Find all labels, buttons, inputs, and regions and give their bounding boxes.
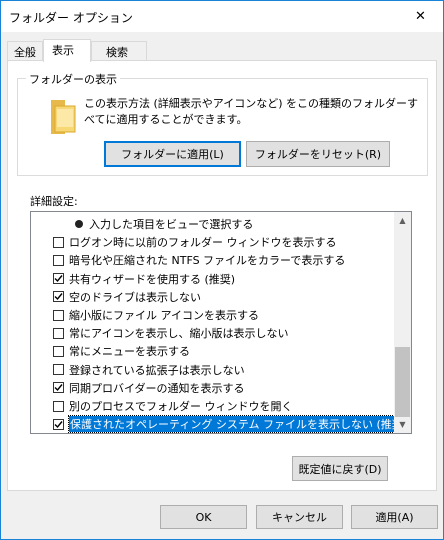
setting-row[interactable]: 暗号化や圧縮された NTFS ファイルをカラーで表示する [53, 251, 345, 269]
setting-label: 別のプロセスでフォルダー ウィンドウを開く [69, 400, 293, 413]
checkbox[interactable] [53, 418, 64, 430]
close-button[interactable]: ✕ [398, 1, 443, 32]
setting-label: 保護されたオペレーティング システム ファイルを表示しない (推奨) [67, 415, 410, 433]
checkbox[interactable] [53, 273, 64, 285]
close-icon: ✕ [415, 9, 426, 24]
setting-row[interactable]: 常にメニューを表示する [53, 342, 190, 360]
folder-icon [50, 100, 78, 134]
check-icon [54, 293, 63, 301]
checkbox[interactable] [53, 364, 64, 376]
radio-dot-icon [74, 220, 83, 228]
checkbox[interactable] [53, 236, 64, 248]
ok-button[interactable]: OK [160, 505, 247, 529]
apply-button[interactable]: 適用(A) [351, 505, 438, 529]
folder-views-description: この表示方法 (詳細表示やアイコンなど) をこの種類のフォルダーすべてに適用する… [84, 97, 419, 126]
setting-label: ログオン時に以前のフォルダー ウィンドウを表示する [69, 236, 337, 250]
setting-label: 空のドライブは表示しない [69, 290, 201, 304]
setting-row[interactable]: 縮小版にファイル アイコンを表示する [53, 306, 259, 324]
checkbox[interactable] [53, 400, 64, 412]
setting-label: 入力した項目をビューで選択する [89, 218, 254, 231]
setting-label: 共有ウィザードを使用する (推奨) [69, 272, 236, 286]
setting-row[interactable]: ログオン時に以前のフォルダー ウィンドウを表示する [53, 233, 337, 251]
tab-search[interactable]: 検索 [91, 41, 147, 60]
advanced-settings-list[interactable]: 入力した項目をビューで選択するログオン時に以前のフォルダー ウィンドウを表示する… [30, 211, 412, 434]
button-label: キャンセル [272, 511, 327, 524]
setting-row[interactable]: 常にアイコンを表示し、縮小版は表示しない [53, 324, 288, 342]
tab-view[interactable]: 表示 [43, 39, 91, 62]
checkbox[interactable] [53, 254, 64, 266]
button-label: 適用(A) [375, 511, 414, 524]
button-label: 既定値に戻す(D) [298, 462, 382, 476]
setting-row[interactable]: 保護されたオペレーティング システム ファイルを表示しない (推奨) [53, 415, 410, 433]
checkbox[interactable] [53, 382, 64, 394]
scrollbar-thumb[interactable] [395, 347, 410, 417]
setting-label: 暗号化や圧縮された NTFS ファイルをカラーで表示する [69, 254, 346, 268]
button-label: フォルダーに適用(L) [121, 148, 224, 161]
checkbox[interactable] [53, 345, 64, 357]
restore-defaults-button[interactable]: 既定値に戻す(D) [292, 456, 388, 481]
folder-views-legend: フォルダーの表示 [26, 71, 120, 87]
setting-label: 縮小版にファイル アイコンを表示する [69, 309, 259, 322]
tab-label: 全般 [14, 46, 36, 59]
scroll-down-arrow[interactable]: ▼ [394, 416, 411, 433]
apply-to-folders-button[interactable]: フォルダーに適用(L) [104, 141, 241, 167]
setting-row[interactable]: 空のドライブは表示しない [53, 288, 201, 306]
cancel-button[interactable]: キャンセル [256, 505, 343, 529]
check-icon [54, 275, 63, 283]
tab-general[interactable]: 全般 [7, 41, 43, 60]
setting-row[interactable]: 登録されている拡張子は表示しない [53, 361, 245, 379]
scrollbar[interactable]: ▲ ▼ [394, 212, 411, 433]
advanced-settings-label: 詳細設定: [30, 195, 78, 208]
scroll-up-arrow[interactable]: ▲ [394, 212, 411, 229]
checkbox[interactable] [53, 327, 64, 339]
setting-label: 登録されている拡張子は表示しない [69, 363, 245, 377]
check-icon [54, 420, 63, 428]
button-label: フォルダーをリセット(R) [254, 148, 382, 161]
setting-label: 同期プロバイダーの通知を表示する [69, 381, 245, 395]
checkbox[interactable] [53, 291, 64, 303]
setting-row[interactable]: 入力した項目をビューで選択する [73, 215, 253, 233]
setting-row[interactable]: 同期プロバイダーの通知を表示する [53, 379, 245, 397]
window-title: フォルダー オプション [9, 11, 133, 25]
title-bar: フォルダー オプション ✕ [1, 1, 443, 32]
setting-label: 常にアイコンを表示し、縮小版は表示しない [69, 327, 289, 341]
button-label: OK [195, 510, 212, 524]
checkbox[interactable] [53, 309, 64, 321]
setting-row[interactable]: 別のプロセスでフォルダー ウィンドウを開く [53, 397, 293, 415]
tab-label: 検索 [106, 46, 128, 59]
check-icon [54, 384, 63, 392]
tab-label: 表示 [52, 44, 74, 57]
setting-row[interactable]: 共有ウィザードを使用する (推奨) [53, 270, 235, 288]
reset-folders-button[interactable]: フォルダーをリセット(R) [246, 141, 390, 167]
setting-label: 常にメニューを表示する [69, 345, 190, 359]
radio-button[interactable] [73, 218, 84, 230]
